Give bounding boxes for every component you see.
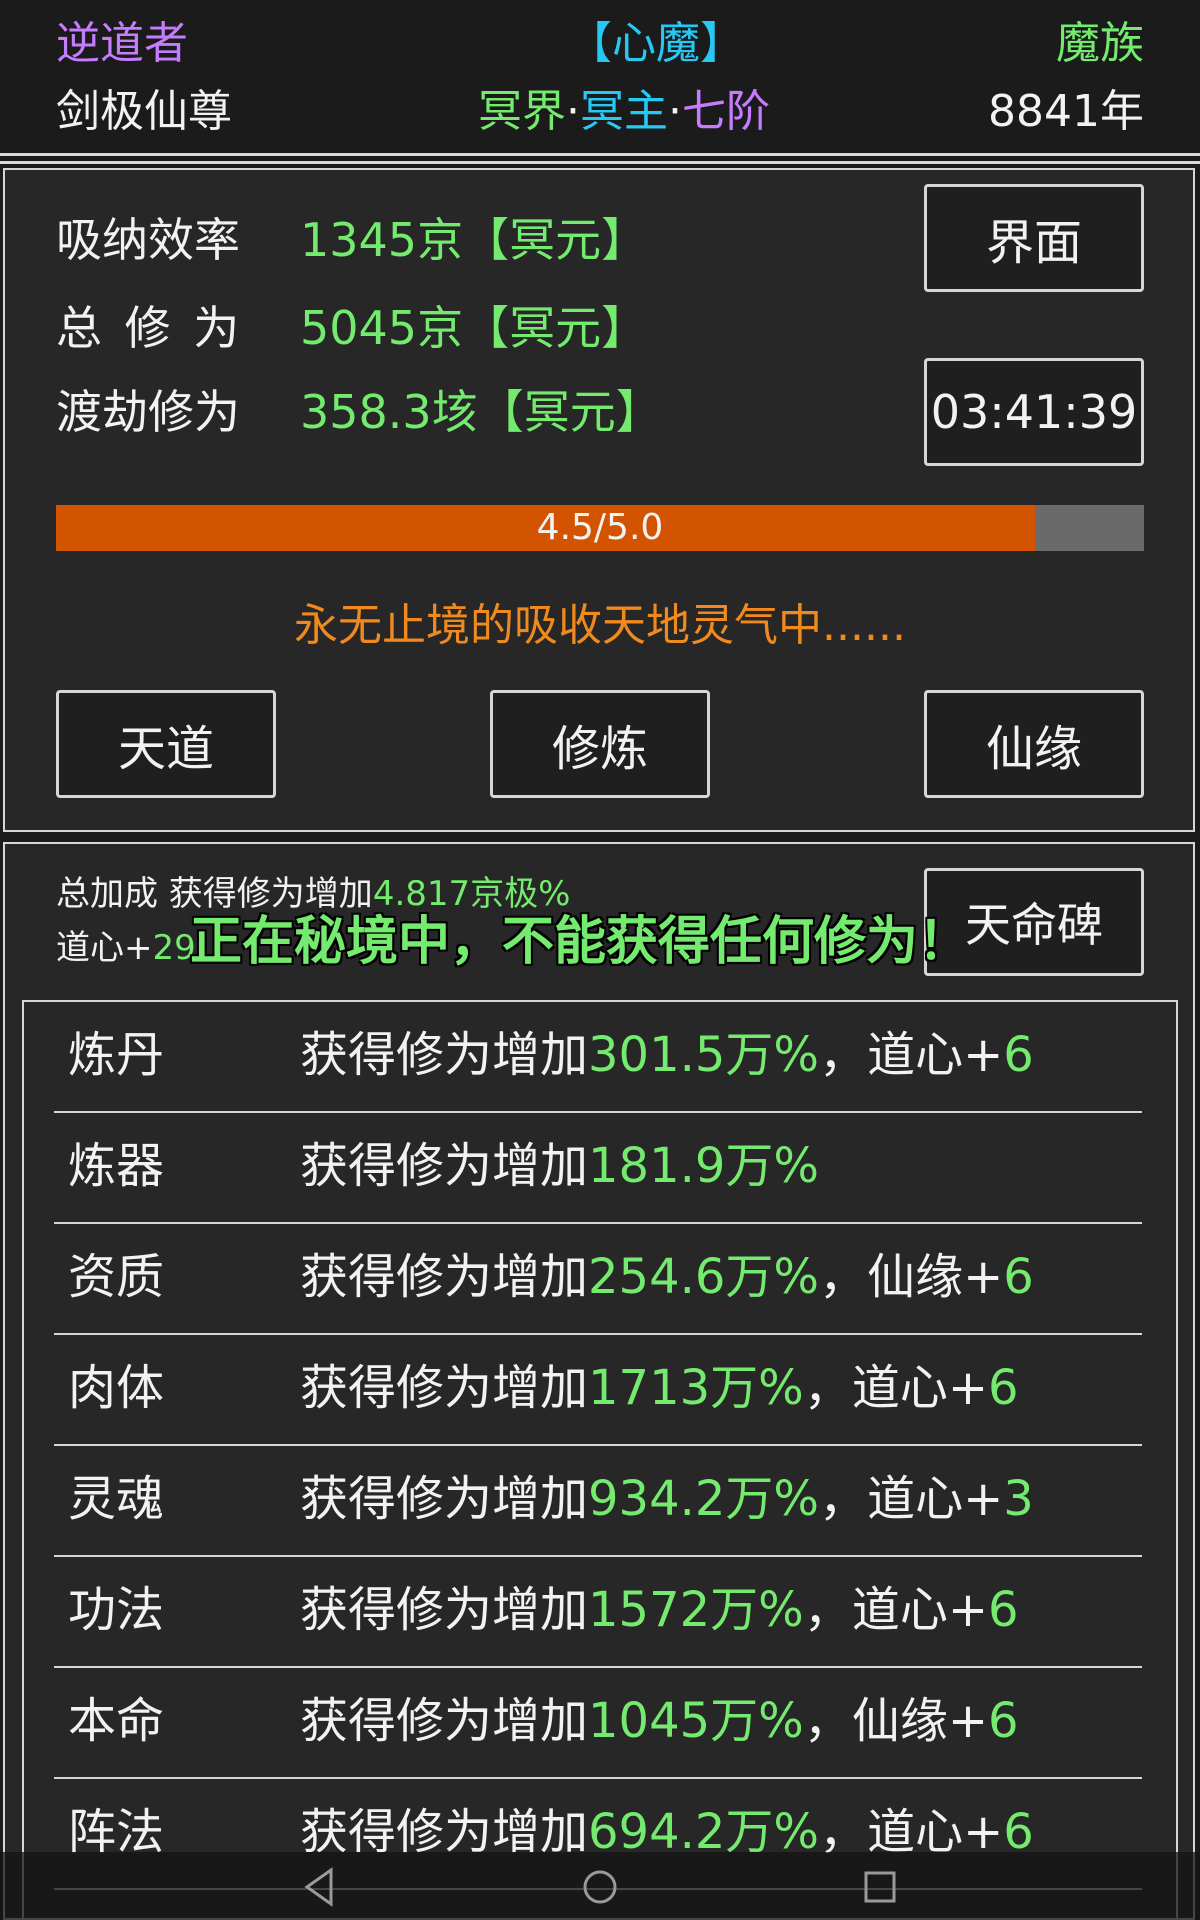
status-message: 永无止境的吸收天地灵气中...... — [294, 600, 906, 651]
list-item-suffix-label: 道心+ — [867, 1027, 1004, 1083]
list-item-suffix-label: 道心+ — [867, 1471, 1004, 1527]
list-item-desc: 获得修为增加254.6万%，仙缘+6 — [300, 1246, 1034, 1308]
list-item-value: 1572万% — [588, 1582, 804, 1638]
list-item-name: 功法 — [68, 1582, 165, 1638]
xianyuan-button[interactable]: 仙缘 — [924, 690, 1144, 798]
separator-dot: · — [668, 86, 682, 137]
list-item-name: 炼丹 — [68, 1027, 165, 1083]
interface-button[interactable]: 界面 — [924, 184, 1144, 292]
divider — [0, 161, 1200, 164]
list-item-suffix-label: 道心+ — [851, 1360, 989, 1416]
xiulian-button[interactable]: 修炼 — [490, 690, 710, 798]
list-item-value: 1045万% — [588, 1693, 804, 1749]
list-item-separator: ， — [819, 1471, 868, 1527]
list-item-prefix: 获得修为增加 — [300, 1249, 589, 1305]
list-item-name: 资质 — [68, 1249, 165, 1305]
list-item-suffix-value: 6 — [988, 1360, 1019, 1416]
status-header: 逆道者 剑极仙尊 【心魔】 冥界·冥主·七阶 魔族 8841年 — [0, 0, 1200, 152]
daoxin-label: 道心+ — [56, 928, 153, 968]
absorb-rate-value: 1345京【冥元】 — [300, 213, 648, 267]
total-cultivation-label: 总 修 为 — [56, 301, 244, 355]
list-item-suffix-value: 6 — [1003, 1027, 1034, 1083]
list-item-name: 肉体 — [68, 1360, 165, 1416]
list-item-desc: 获得修为增加301.5万%，道心+6 — [300, 1024, 1034, 1086]
recents-icon[interactable] — [855, 1862, 905, 1912]
list-item-name: 本命 — [68, 1693, 165, 1749]
home-icon[interactable] — [575, 1862, 625, 1912]
list-item: 炼丹 获得修为增加301.5万%，道心+6 — [54, 1002, 1142, 1113]
state-badge: 【心魔】 — [568, 18, 744, 69]
list-item: 资质 获得修为增加254.6万%，仙缘+6 — [54, 1224, 1142, 1335]
player-rank: 剑极仙尊 — [56, 86, 232, 137]
list-item-desc: 获得修为增加1713万%，道心+6 — [300, 1357, 1019, 1419]
list-item-value: 181.9万% — [588, 1138, 820, 1194]
total-cultivation-value: 5045京【冥元】 — [300, 301, 648, 355]
player-title: 逆道者 — [56, 18, 188, 69]
absorb-rate-label: 吸纳效率 — [56, 213, 240, 267]
list-item-desc: 获得修为增加1572万%，道心+6 — [300, 1579, 1019, 1641]
progress-text: 4.5/5.0 — [536, 507, 664, 548]
list-item-suffix-label: 道心+ — [851, 1582, 989, 1638]
list-item-separator: ， — [819, 1249, 868, 1305]
daoxin-bonus-line: 道心+29 — [56, 926, 196, 970]
realm-level: 七阶 — [682, 86, 770, 137]
system-nav-bar — [0, 1852, 1200, 1920]
list-item-value: 254.6万% — [588, 1249, 820, 1305]
race-label: 魔族 — [1056, 18, 1144, 69]
list-item-prefix: 获得修为增加 — [300, 1027, 589, 1083]
realm-line: 冥界·冥主·七阶 — [478, 84, 770, 140]
list-item: 功法 获得修为增加1572万%，道心+6 — [54, 1557, 1142, 1668]
age-label: 8841年 — [988, 86, 1144, 137]
list-item-suffix-value: 6 — [1003, 1249, 1034, 1305]
cultivation-progress-bar: 4.5/5.0 — [56, 505, 1144, 551]
list-item-name: 灵魂 — [68, 1471, 165, 1527]
list-item-desc: 获得修为增加934.2万%，道心+3 — [300, 1468, 1034, 1530]
list-item: 炼器 获得修为增加181.9万% — [54, 1113, 1142, 1224]
tribulation-label: 渡劫修为 — [56, 385, 240, 439]
realm-title: 冥主 — [580, 86, 668, 137]
list-item-desc: 获得修为增加1045万%，仙缘+6 — [300, 1690, 1019, 1752]
bonus-list: 炼丹 获得修为增加301.5万%，道心+6 炼器 获得修为增加181.9万% 资质 获得修… — [22, 1000, 1178, 1920]
list-item-prefix: 获得修为增加 — [300, 1693, 589, 1749]
list-item-separator: ， — [803, 1360, 852, 1416]
total-bonus-value: 4.817京极% — [372, 874, 571, 914]
list-item-suffix-value: 6 — [988, 1693, 1019, 1749]
back-icon[interactable] — [295, 1862, 345, 1912]
list-item-value: 1713万% — [588, 1360, 804, 1416]
tribulation-value: 358.3垓【冥元】 — [300, 385, 662, 439]
timer-button[interactable]: 03:41:39 — [924, 358, 1144, 466]
list-item-value: 301.5万% — [588, 1027, 820, 1083]
list-item-value: 934.2万% — [588, 1471, 820, 1527]
list-item-desc: 获得修为增加181.9万% — [300, 1135, 819, 1197]
total-bonus-label: 总加成 获得修为增加 — [56, 874, 373, 914]
list-item-separator: ， — [803, 1693, 852, 1749]
list-item-suffix-label: 仙缘+ — [867, 1249, 1004, 1305]
list-item: 灵魂 获得修为增加934.2万%，道心+3 — [54, 1446, 1142, 1557]
list-item-separator: ， — [803, 1582, 852, 1638]
list-item-suffix-value: 3 — [1003, 1471, 1034, 1527]
realm-name: 冥界 — [478, 86, 566, 137]
list-item-prefix: 获得修为增加 — [300, 1471, 589, 1527]
tiandao-button[interactable]: 天道 — [56, 690, 276, 798]
list-item-prefix: 获得修为增加 — [300, 1582, 589, 1638]
separator-dot: · — [566, 86, 580, 137]
secret-realm-warning: 正在秘境中，不能获得任何修为！ — [190, 912, 971, 972]
divider — [0, 153, 1200, 156]
list-item-name: 炼器 — [68, 1138, 165, 1194]
list-item-separator: ， — [819, 1027, 868, 1083]
list-item-suffix-value: 6 — [988, 1582, 1019, 1638]
list-item-prefix: 获得修为增加 — [300, 1138, 589, 1194]
list-item: 肉体 获得修为增加1713万%，道心+6 — [54, 1335, 1142, 1446]
list-item-suffix-label: 仙缘+ — [851, 1693, 989, 1749]
list-item: 本命 获得修为增加1045万%，仙缘+6 — [54, 1668, 1142, 1779]
list-item-prefix: 获得修为增加 — [300, 1360, 589, 1416]
